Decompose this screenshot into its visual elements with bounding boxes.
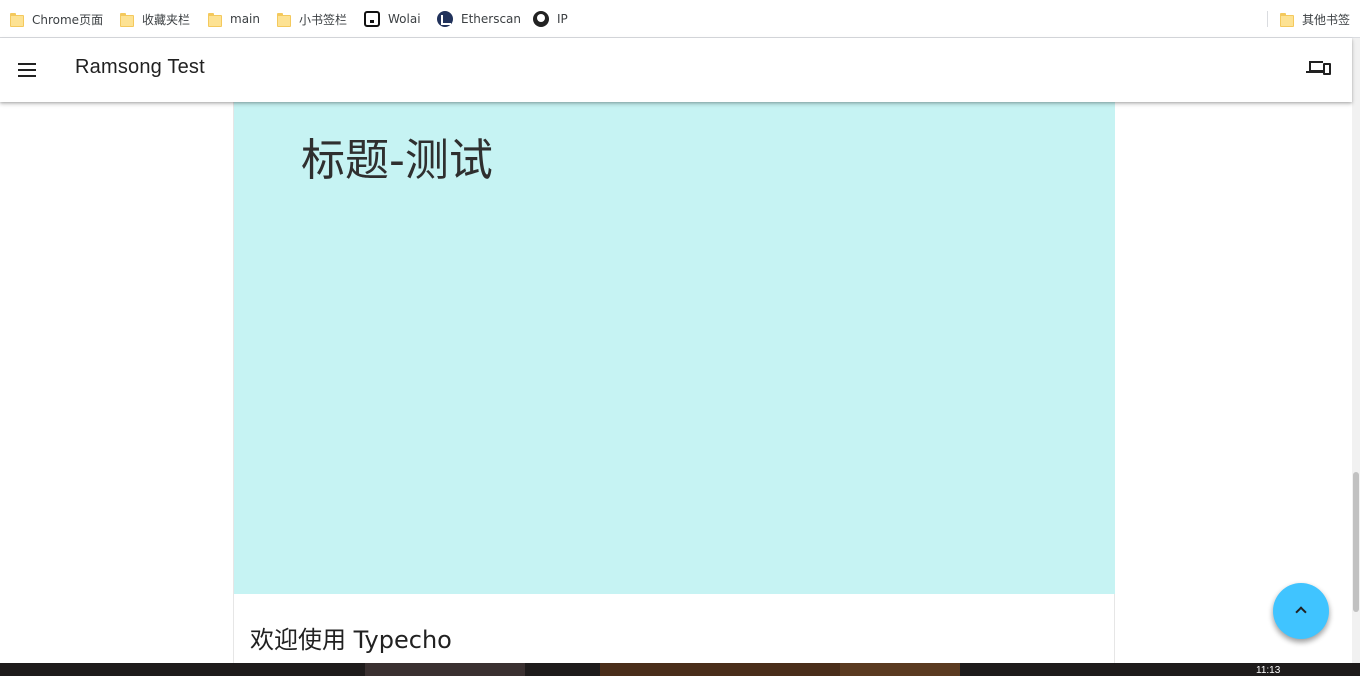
folder-icon xyxy=(1280,13,1294,27)
ip-icon xyxy=(533,11,549,27)
bookmarks-divider xyxy=(1267,11,1268,27)
taskbar-active-app[interactable] xyxy=(365,663,525,676)
post-card: 标题-测试 欢迎使用 Typecho xyxy=(233,102,1115,663)
post-title[interactable]: 欢迎使用 Typecho xyxy=(250,620,452,655)
taskbar: 11:13 xyxy=(0,663,1360,676)
bookmark-favorites[interactable]: 收藏夹栏 xyxy=(120,0,190,38)
bookmark-chrome-pages[interactable]: Chrome页面 xyxy=(10,0,103,38)
chevron-up-icon xyxy=(1295,606,1307,618)
etherscan-icon xyxy=(437,11,453,27)
post-banner[interactable]: 标题-测试 xyxy=(234,102,1115,594)
back-to-top-button[interactable] xyxy=(1273,583,1329,639)
menu-button[interactable] xyxy=(9,52,45,88)
bookmark-wolai[interactable]: Wolai xyxy=(364,0,421,38)
folder-icon xyxy=(208,13,222,27)
bookmark-ip[interactable]: IP xyxy=(533,0,568,38)
wolai-icon xyxy=(364,11,380,27)
folder-icon xyxy=(10,13,24,27)
bookmark-other[interactable]: 其他书签 xyxy=(1280,0,1350,38)
bookmark-bookmarklets[interactable]: 小书签栏 xyxy=(277,0,347,38)
bookmark-label: Chrome页面 xyxy=(32,12,104,27)
site-title[interactable]: Ramsong Test xyxy=(75,56,205,79)
taskbar-clock[interactable]: 11:13 xyxy=(1256,665,1280,676)
bookmarks-bar: Chrome页面 收藏夹栏 main 小书签栏 Wolai Etherscan … xyxy=(0,0,1360,38)
bookmark-label: 其他书签 xyxy=(1302,12,1351,27)
bookmark-label: Etherscan xyxy=(461,12,522,26)
bookmark-label: 小书签栏 xyxy=(299,12,348,27)
bookmark-label: 收藏夹栏 xyxy=(142,12,191,27)
taskbar-app[interactable] xyxy=(840,663,960,676)
bookmark-label: IP xyxy=(557,12,568,26)
scrollbar-thumb[interactable] xyxy=(1353,472,1359,612)
bookmark-label: main xyxy=(230,12,260,26)
folder-icon xyxy=(120,13,134,27)
devices-button[interactable] xyxy=(1306,56,1334,84)
bookmark-main[interactable]: main xyxy=(208,0,260,38)
banner-title: 标题-测试 xyxy=(301,135,493,186)
bookmark-etherscan[interactable]: Etherscan xyxy=(437,0,521,38)
page-scrollbar[interactable] xyxy=(1352,38,1360,663)
bookmark-label: Wolai xyxy=(388,12,421,26)
app-bar: Ramsong Test xyxy=(0,38,1352,102)
taskbar-app[interactable] xyxy=(600,663,840,676)
folder-icon xyxy=(277,13,291,27)
